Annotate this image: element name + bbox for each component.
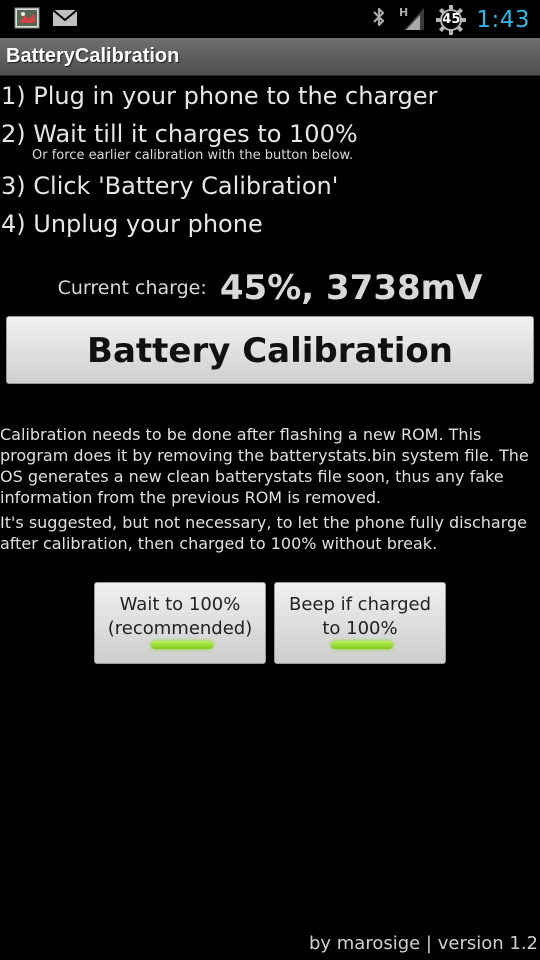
info-paragraph-2: It's suggested, but not necessary, to le…: [0, 513, 527, 553]
app-notification-icon: [14, 7, 40, 33]
wait-to-100-toggle[interactable]: Wait to 100% (recommended): [94, 582, 266, 664]
wait-toggle-line-2: (recommended): [107, 618, 253, 639]
hspa-signal-icon: H: [398, 4, 426, 36]
beep-toggle-indicator: [331, 641, 393, 649]
step-4: 4) Unplug your phone: [1, 210, 263, 238]
info-paragraph-1: Calibration needs to be done after flash…: [0, 425, 529, 507]
title-bar: BatteryCalibration: [0, 38, 540, 76]
mail-icon: [52, 8, 78, 32]
beep-toggle-line-1: Beep if charged: [288, 594, 432, 615]
battery-badge-value: 45: [442, 12, 461, 27]
footer-credit: by marosige | version 1.2: [308, 933, 538, 954]
bluetooth-icon: [370, 5, 388, 35]
wait-toggle-indicator: [151, 641, 213, 649]
step-1: 1) Plug in your phone to the charger: [1, 82, 438, 110]
current-charge: Current charge: 45%, 3738mV: [0, 268, 540, 308]
wait-toggle-line-1: Wait to 100%: [119, 594, 241, 615]
battery-calibration-button[interactable]: Battery Calibration: [6, 316, 534, 384]
charge-value: 45%, 3738mV: [219, 268, 483, 308]
step-3: 3) Click 'Battery Calibration': [1, 172, 339, 200]
clock: 1:43: [476, 7, 530, 33]
beep-toggle-line-2: to 100%: [322, 618, 398, 639]
step-note: Or force earlier calibration with the bu…: [32, 148, 354, 163]
status-bar: H 45 1:43: [0, 0, 540, 38]
beep-toggle-label: Beep if charged to 100%: [275, 583, 445, 641]
info-text: Calibration needs to be done after flash…: [0, 424, 540, 558]
battery-percent-gear-icon: 45: [436, 5, 467, 35]
wait-toggle-label: Wait to 100% (recommended): [95, 583, 265, 641]
beep-if-charged-toggle[interactable]: Beep if charged to 100%: [274, 582, 446, 664]
notification-icons: [14, 7, 78, 33]
hspa-label: H: [399, 6, 408, 19]
instructions: 1) Plug in your phone to the charger 2) …: [0, 78, 540, 244]
app-title: BatteryCalibration: [6, 45, 180, 67]
charge-label: Current charge:: [57, 277, 207, 299]
